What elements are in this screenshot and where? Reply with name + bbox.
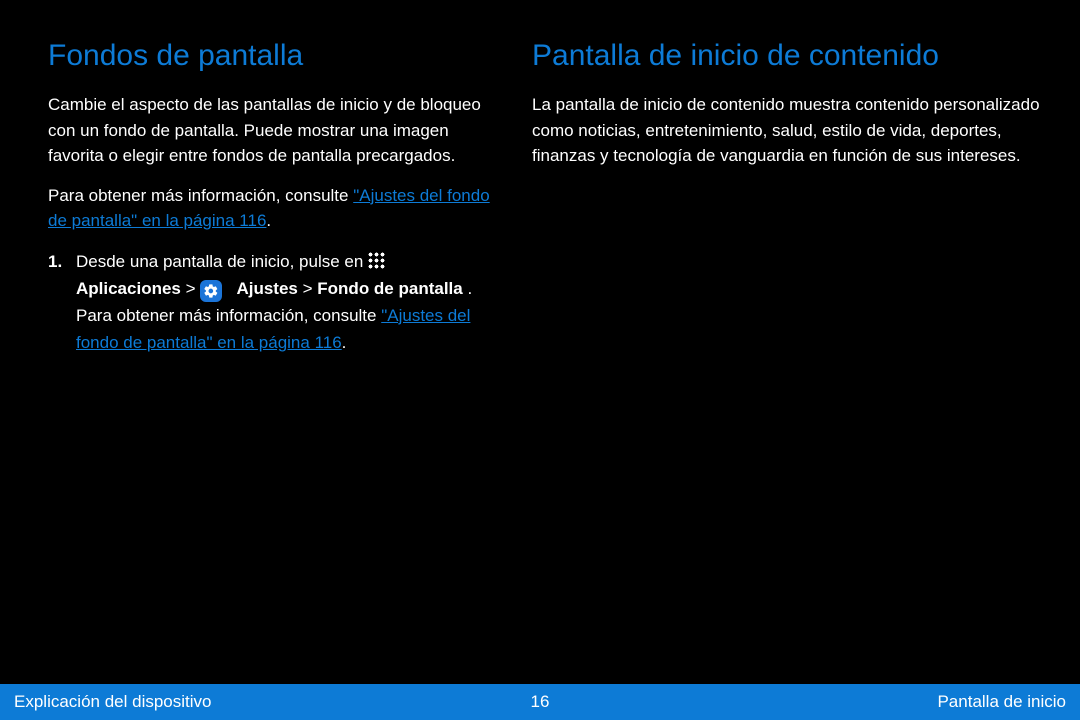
wallpapers-description: Cambie el aspecto de las pantallas de in… [48,92,498,169]
wallpapers-more-info: Para obtener más información, consulte "… [48,183,498,234]
more-info-suffix: . [266,211,271,230]
step-1-sep2: > [303,279,318,298]
apps-grid-icon [368,252,386,270]
settings-gear-icon [200,280,222,302]
content-home-heading: Pantalla de inicio de contenido [532,38,1042,74]
step-1-body: Desde una pantalla de inicio, pulse en A… [76,248,498,357]
content-home-description: La pantalla de inicio de contenido muest… [532,92,1042,169]
step-1-number: 1. [48,248,68,275]
step-1-apps-word: Aplicaciones [76,279,181,298]
page-footer: Explicación del dispositivo 16 Pantalla … [0,684,1080,720]
step-1-wallpaper-word: Fondo de pantalla [317,279,462,298]
wallpapers-heading: Fondos de pantalla [48,38,498,74]
step-1-space2 [227,279,232,298]
step-1-settings-word: Ajustes [236,279,297,298]
step-1-space1 [391,252,396,271]
more-info-prefix: Para obtener más información, consulte [48,186,353,205]
step-more-prefix: Para obtener más información, consulte [76,306,381,325]
step-more-suffix: . [342,333,347,352]
step-1: 1. Desde una pantalla de inicio, pulse e… [48,248,498,357]
right-column: Pantalla de inicio de contenido La panta… [532,38,1042,183]
step-1-prefix: Desde una pantalla de inicio, pulse en [76,252,368,271]
step-1-sep1: > [186,279,201,298]
wallpaper-steps: 1. Desde una pantalla de inicio, pulse e… [48,248,498,357]
step-1-end: . [467,279,472,298]
footer-left: Explicación del dispositivo [14,692,212,712]
left-column: Fondos de pantalla Cambie el aspecto de … [48,38,498,366]
footer-right: Pantalla de inicio [937,692,1066,712]
